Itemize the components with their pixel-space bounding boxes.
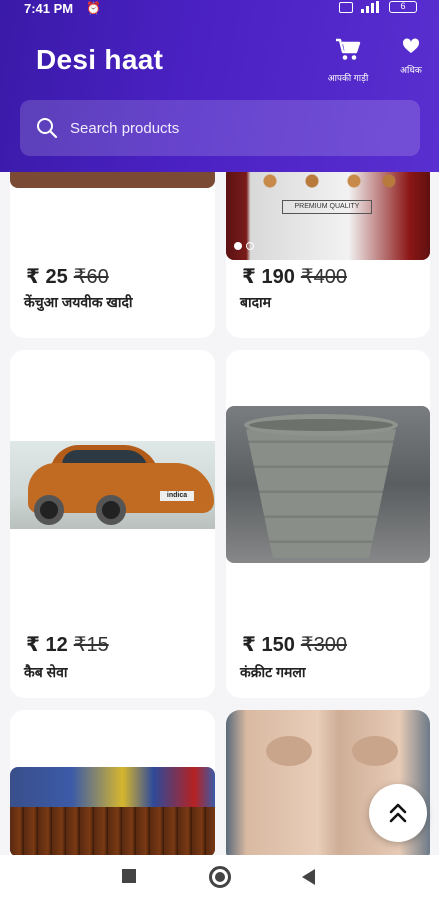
- status-time: 7:41 PM: [24, 1, 74, 16]
- cart-button[interactable]: आपकी गाड़ी: [320, 38, 376, 84]
- old-price: ₹400: [300, 266, 347, 288]
- product-price: ₹ 150 ₹300: [242, 632, 347, 657]
- product-image: [10, 172, 215, 188]
- search-icon: [37, 118, 58, 139]
- system-nav-bar: [0, 855, 439, 900]
- car-badge: indica: [160, 491, 194, 501]
- product-price: ₹ 190 ₹400: [242, 264, 347, 289]
- cart-label: आपकी गाड़ी: [327, 73, 369, 83]
- current-price: ₹ 12: [26, 634, 68, 656]
- product-image: indica: [10, 441, 215, 529]
- search-bar[interactable]: Search products: [20, 100, 420, 156]
- back-button[interactable]: [302, 869, 315, 885]
- product-image: [226, 406, 430, 563]
- product-price: ₹ 25 ₹60: [26, 264, 109, 289]
- scroll-top-button[interactable]: [369, 784, 427, 842]
- more-button[interactable]: अधिक: [394, 38, 428, 76]
- product-card[interactable]: ₹ 150 ₹300 कंक्रीट गमला: [226, 350, 430, 698]
- notification-icon: [339, 1, 353, 13]
- product-name: कंक्रीट गमला: [240, 664, 306, 680]
- product-name: बादाम: [240, 294, 272, 310]
- search-placeholder: Search products: [70, 119, 180, 137]
- current-price: ₹ 190: [242, 266, 295, 288]
- product-card[interactable]: PREMIUM QUALITY ₹ 190 ₹400 बादाम: [226, 172, 430, 338]
- battery-level: 6: [400, 1, 406, 11]
- home-button[interactable]: [209, 866, 231, 888]
- status-bar: 7:41 PM ⏰ 6: [0, 0, 439, 18]
- product-name: केंचुआ जयवीक खादी: [24, 294, 133, 310]
- cart-icon: [336, 38, 361, 60]
- recents-button[interactable]: [122, 869, 136, 883]
- product-name: कैब सेवा: [24, 664, 68, 680]
- old-price: ₹60: [73, 266, 109, 288]
- app-header: 7:41 PM ⏰ 6 Desi haat आपकी गाड़ी अधिक Se…: [0, 0, 439, 172]
- double-chevron-up-icon: [389, 803, 407, 823]
- product-image: PREMIUM QUALITY: [226, 172, 430, 260]
- product-grid: ₹ 25 ₹60 केंचुआ जयवीक खादी PREMIUM QUALIT…: [0, 172, 439, 855]
- old-price: ₹300: [300, 634, 347, 656]
- product-card[interactable]: indica ₹ 12 ₹15 कैब सेवा: [10, 350, 215, 698]
- current-price: ₹ 150: [242, 634, 295, 656]
- more-label: अधिक: [400, 65, 422, 75]
- current-price: ₹ 25: [26, 266, 68, 288]
- alarm-icon: ⏰: [86, 1, 101, 15]
- image-label: PREMIUM QUALITY: [282, 200, 372, 214]
- signal-icon: [361, 1, 381, 13]
- old-price: ₹15: [73, 634, 109, 656]
- app-title: Desi haat: [36, 44, 164, 75]
- battery-icon: 6: [389, 1, 417, 13]
- product-card[interactable]: ₹ 25 ₹60 केंचुआ जयवीक खादी: [10, 172, 215, 338]
- product-image: [10, 767, 215, 855]
- product-card[interactable]: [10, 710, 215, 855]
- product-price: ₹ 12 ₹15: [26, 632, 109, 657]
- heart-icon: [402, 38, 420, 53]
